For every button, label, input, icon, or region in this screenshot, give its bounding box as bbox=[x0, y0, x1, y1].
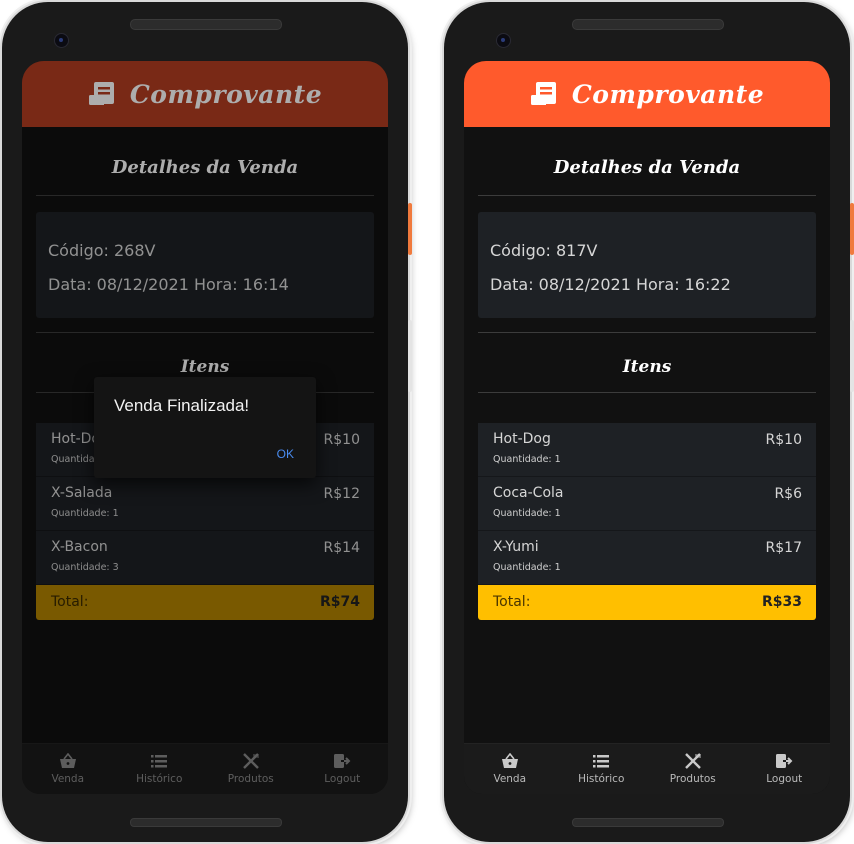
power-button bbox=[408, 203, 412, 255]
phone-right: Comprovante Detalhes da Venda Código: 81… bbox=[444, 2, 850, 842]
dialog-title: Venda Finalizada! bbox=[114, 396, 250, 415]
nav-label: Histórico bbox=[578, 773, 625, 785]
list-item: X-Yumi Quantidade: 1 R$17 bbox=[478, 531, 816, 585]
items-section-title: Itens bbox=[622, 357, 672, 377]
sale-code: Código: 817V bbox=[490, 241, 598, 260]
screen-left: Comprovante Detalhes da Venda Código: 26… bbox=[22, 61, 388, 794]
volume-button bbox=[850, 320, 854, 392]
details-section-title: Detalhes da Venda bbox=[111, 157, 299, 178]
nav-label: Logout bbox=[766, 773, 803, 785]
divider bbox=[478, 332, 816, 333]
fork-knife-icon bbox=[242, 753, 259, 769]
sale-finished-dialog: Venda Finalizada! OK bbox=[94, 377, 316, 478]
item-price: R$14 bbox=[323, 540, 360, 556]
item-quantity: Quantidade: 1 bbox=[493, 508, 561, 519]
items-list: Hot-Dog Quantidade: 1 R$10 Coca-Cola Qua… bbox=[478, 423, 816, 620]
nav-historico[interactable]: Histórico bbox=[559, 753, 643, 785]
total-label: Total: bbox=[493, 594, 531, 610]
nav-label: Venda bbox=[493, 773, 527, 785]
item-quantity: Quantidade: 1 bbox=[51, 508, 119, 519]
front-camera-icon bbox=[496, 33, 511, 48]
basket-icon bbox=[59, 753, 76, 768]
list-item: Coca-Cola Quantidade: 1 R$6 bbox=[478, 477, 816, 531]
sale-info-card: Código: 817V Data: 08/12/2021 Hora: 16:2… bbox=[478, 212, 816, 318]
nav-produtos[interactable]: Produtos bbox=[651, 753, 735, 785]
logout-icon bbox=[334, 754, 351, 768]
sale-datetime: Data: 08/12/2021 Hora: 16:14 bbox=[48, 275, 289, 294]
sale-code: Código: 268V bbox=[48, 241, 156, 260]
list-icon bbox=[151, 755, 168, 768]
details-section-title: Detalhes da Venda bbox=[553, 157, 741, 178]
divider bbox=[478, 392, 816, 393]
list-icon bbox=[593, 755, 610, 768]
dialog-ok-button[interactable]: OK bbox=[277, 447, 294, 461]
item-name: X-Bacon bbox=[51, 539, 108, 555]
nav-logout[interactable]: Logout bbox=[742, 753, 826, 785]
nav-venda[interactable]: Venda bbox=[468, 753, 552, 785]
app-header: Comprovante bbox=[22, 61, 388, 127]
list-item: X-Salada Quantidade: 1 R$12 bbox=[36, 477, 374, 531]
sale-datetime: Data: 08/12/2021 Hora: 16:22 bbox=[490, 275, 731, 294]
items-section-title: Itens bbox=[180, 357, 230, 377]
divider bbox=[36, 195, 374, 196]
volume-button bbox=[408, 320, 412, 392]
total-row: Total: R$33 bbox=[478, 585, 816, 620]
nav-venda[interactable]: Venda bbox=[26, 753, 110, 785]
fork-knife-icon bbox=[684, 753, 701, 769]
receipt-icon bbox=[530, 82, 556, 105]
basket-icon bbox=[501, 753, 518, 768]
header-title: Comprovante bbox=[129, 79, 323, 109]
item-quantity: Quantidade: 1 bbox=[493, 454, 561, 465]
divider bbox=[478, 195, 816, 196]
total-row: Total: R$74 bbox=[36, 585, 374, 620]
nav-logout[interactable]: Logout bbox=[300, 753, 384, 785]
nav-label: Venda bbox=[51, 773, 85, 785]
front-camera-icon bbox=[54, 33, 69, 48]
total-label: Total: bbox=[51, 594, 89, 610]
item-name: X-Yumi bbox=[493, 539, 539, 555]
nav-label: Produtos bbox=[669, 773, 716, 785]
bottom-speaker bbox=[572, 818, 724, 827]
bottom-navigation: Venda Histórico Produtos Logout bbox=[464, 743, 830, 794]
item-name: Hot-Dog bbox=[493, 431, 551, 447]
item-price: R$10 bbox=[765, 432, 802, 448]
item-price: R$10 bbox=[323, 432, 360, 448]
earpiece-speaker bbox=[572, 19, 724, 30]
divider bbox=[36, 332, 374, 333]
item-quantity: Quantidade: 3 bbox=[51, 562, 119, 573]
list-item: X-Bacon Quantidade: 3 R$14 bbox=[36, 531, 374, 585]
nav-label: Histórico bbox=[136, 773, 183, 785]
item-price: R$6 bbox=[774, 486, 802, 502]
total-value: R$74 bbox=[319, 594, 360, 610]
list-item: Hot-Dog Quantidade: 1 R$10 bbox=[478, 423, 816, 477]
receipt-icon bbox=[88, 82, 114, 105]
nav-produtos[interactable]: Produtos bbox=[209, 753, 293, 785]
bottom-navigation: Venda Histórico Produtos Logout bbox=[22, 743, 388, 794]
nav-label: Produtos bbox=[227, 773, 274, 785]
nav-historico[interactable]: Histórico bbox=[117, 753, 201, 785]
logout-icon bbox=[776, 754, 793, 768]
phone-left: Comprovante Detalhes da Venda Código: 26… bbox=[2, 2, 408, 842]
power-button bbox=[850, 203, 854, 255]
bottom-speaker bbox=[130, 818, 282, 827]
header-title: Comprovante bbox=[571, 79, 765, 109]
total-value: R$33 bbox=[761, 594, 802, 610]
earpiece-speaker bbox=[130, 19, 282, 30]
screen-right: Comprovante Detalhes da Venda Código: 81… bbox=[464, 61, 830, 794]
item-quantity: Quantidade: 1 bbox=[493, 562, 561, 573]
item-name: X-Salada bbox=[51, 485, 113, 501]
item-price: R$12 bbox=[323, 486, 360, 502]
item-name: Coca-Cola bbox=[493, 485, 564, 501]
sale-info-card: Código: 268V Data: 08/12/2021 Hora: 16:1… bbox=[36, 212, 374, 318]
nav-label: Logout bbox=[324, 773, 361, 785]
app-header: Comprovante bbox=[464, 61, 830, 127]
item-price: R$17 bbox=[765, 540, 802, 556]
